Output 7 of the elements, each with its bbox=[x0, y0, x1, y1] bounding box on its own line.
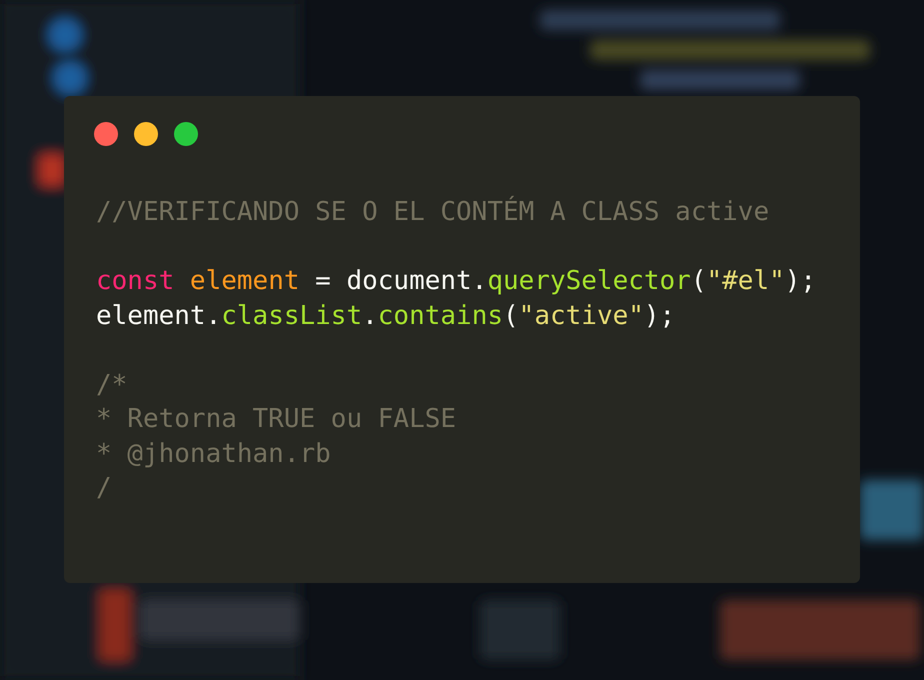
code-line: element.classList.contains("active"); bbox=[96, 300, 676, 330]
code-line: * Retorna TRUE ou FALSE bbox=[96, 404, 456, 434]
code-line: /* bbox=[96, 370, 128, 400]
code-line: * @jhonathan.rb bbox=[96, 438, 331, 468]
code-line: / bbox=[96, 473, 112, 503]
code-line: //VERIFICANDO SE O EL CONTÉM A CLASS active bbox=[96, 197, 770, 227]
code-line: const element = document.querySelector("#el"); bbox=[96, 266, 816, 296]
